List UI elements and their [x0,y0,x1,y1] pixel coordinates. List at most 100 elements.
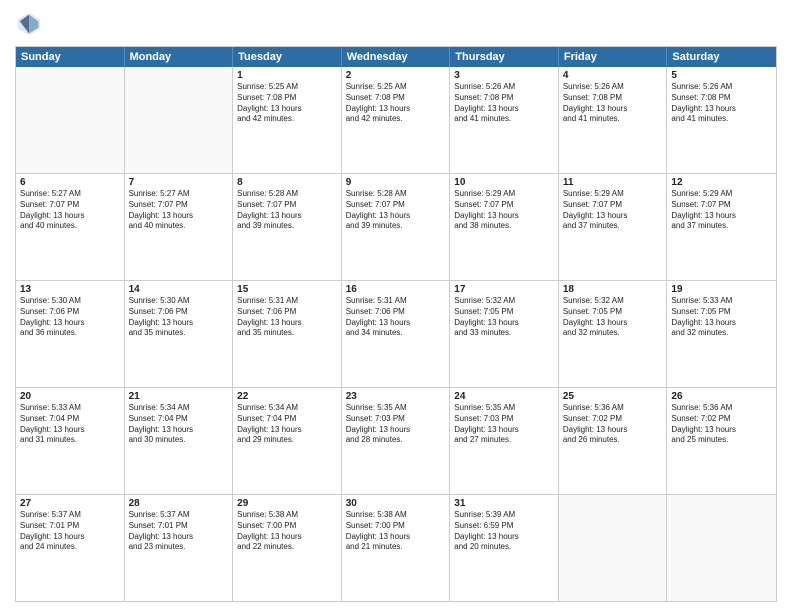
weekday-header: Sunday [16,47,125,67]
day-number: 5 [671,70,772,81]
cell-info: Sunrise: 5:28 AM Sunset: 7:07 PM Dayligh… [237,189,337,232]
cell-info: Sunrise: 5:31 AM Sunset: 7:06 PM Dayligh… [237,296,337,339]
calendar-cell [667,495,776,601]
day-number: 31 [454,498,554,509]
day-number: 4 [563,70,663,81]
day-number: 2 [346,70,446,81]
day-number: 13 [20,284,120,295]
calendar-cell: 23Sunrise: 5:35 AM Sunset: 7:03 PM Dayli… [342,388,451,494]
cell-info: Sunrise: 5:25 AM Sunset: 7:08 PM Dayligh… [346,82,446,125]
calendar-cell: 28Sunrise: 5:37 AM Sunset: 7:01 PM Dayli… [125,495,234,601]
calendar-cell: 4Sunrise: 5:26 AM Sunset: 7:08 PM Daylig… [559,67,668,173]
cell-info: Sunrise: 5:26 AM Sunset: 7:08 PM Dayligh… [563,82,663,125]
header [15,10,777,38]
cell-info: Sunrise: 5:39 AM Sunset: 6:59 PM Dayligh… [454,510,554,553]
calendar-cell: 27Sunrise: 5:37 AM Sunset: 7:01 PM Dayli… [16,495,125,601]
day-number: 30 [346,498,446,509]
day-number: 12 [671,177,772,188]
cell-info: Sunrise: 5:30 AM Sunset: 7:06 PM Dayligh… [129,296,229,339]
day-number: 14 [129,284,229,295]
day-number: 24 [454,391,554,402]
weekday-header: Saturday [667,47,776,67]
cell-info: Sunrise: 5:33 AM Sunset: 7:04 PM Dayligh… [20,403,120,446]
calendar-cell: 9Sunrise: 5:28 AM Sunset: 7:07 PM Daylig… [342,174,451,280]
cell-info: Sunrise: 5:31 AM Sunset: 7:06 PM Dayligh… [346,296,446,339]
calendar-cell [559,495,668,601]
day-number: 22 [237,391,337,402]
cell-info: Sunrise: 5:36 AM Sunset: 7:02 PM Dayligh… [671,403,772,446]
calendar-cell: 20Sunrise: 5:33 AM Sunset: 7:04 PM Dayli… [16,388,125,494]
calendar-cell [125,67,234,173]
day-number: 17 [454,284,554,295]
day-number: 11 [563,177,663,188]
page: SundayMondayTuesdayWednesdayThursdayFrid… [0,0,792,612]
cell-info: Sunrise: 5:29 AM Sunset: 7:07 PM Dayligh… [671,189,772,232]
cell-info: Sunrise: 5:32 AM Sunset: 7:05 PM Dayligh… [563,296,663,339]
cell-info: Sunrise: 5:33 AM Sunset: 7:05 PM Dayligh… [671,296,772,339]
cell-info: Sunrise: 5:29 AM Sunset: 7:07 PM Dayligh… [454,189,554,232]
cell-info: Sunrise: 5:27 AM Sunset: 7:07 PM Dayligh… [129,189,229,232]
day-number: 10 [454,177,554,188]
cell-info: Sunrise: 5:27 AM Sunset: 7:07 PM Dayligh… [20,189,120,232]
calendar-cell: 8Sunrise: 5:28 AM Sunset: 7:07 PM Daylig… [233,174,342,280]
calendar: SundayMondayTuesdayWednesdayThursdayFrid… [15,46,777,602]
cell-info: Sunrise: 5:34 AM Sunset: 7:04 PM Dayligh… [237,403,337,446]
calendar-cell: 17Sunrise: 5:32 AM Sunset: 7:05 PM Dayli… [450,281,559,387]
calendar-cell: 15Sunrise: 5:31 AM Sunset: 7:06 PM Dayli… [233,281,342,387]
cell-info: Sunrise: 5:34 AM Sunset: 7:04 PM Dayligh… [129,403,229,446]
cell-info: Sunrise: 5:28 AM Sunset: 7:07 PM Dayligh… [346,189,446,232]
day-number: 9 [346,177,446,188]
cell-info: Sunrise: 5:25 AM Sunset: 7:08 PM Dayligh… [237,82,337,125]
cell-info: Sunrise: 5:32 AM Sunset: 7:05 PM Dayligh… [454,296,554,339]
calendar-cell: 13Sunrise: 5:30 AM Sunset: 7:06 PM Dayli… [16,281,125,387]
day-number: 29 [237,498,337,509]
calendar-cell: 2Sunrise: 5:25 AM Sunset: 7:08 PM Daylig… [342,67,451,173]
calendar-cell: 21Sunrise: 5:34 AM Sunset: 7:04 PM Dayli… [125,388,234,494]
calendar-cell: 24Sunrise: 5:35 AM Sunset: 7:03 PM Dayli… [450,388,559,494]
day-number: 18 [563,284,663,295]
day-number: 26 [671,391,772,402]
calendar-cell: 22Sunrise: 5:34 AM Sunset: 7:04 PM Dayli… [233,388,342,494]
cell-info: Sunrise: 5:37 AM Sunset: 7:01 PM Dayligh… [129,510,229,553]
day-number: 19 [671,284,772,295]
cell-info: Sunrise: 5:37 AM Sunset: 7:01 PM Dayligh… [20,510,120,553]
weekday-header: Monday [125,47,234,67]
cell-info: Sunrise: 5:38 AM Sunset: 7:00 PM Dayligh… [346,510,446,553]
cell-info: Sunrise: 5:26 AM Sunset: 7:08 PM Dayligh… [454,82,554,125]
logo-icon [15,10,43,38]
day-number: 15 [237,284,337,295]
calendar-row: 1Sunrise: 5:25 AM Sunset: 7:08 PM Daylig… [16,67,776,173]
calendar-cell: 7Sunrise: 5:27 AM Sunset: 7:07 PM Daylig… [125,174,234,280]
calendar-cell: 3Sunrise: 5:26 AM Sunset: 7:08 PM Daylig… [450,67,559,173]
day-number: 23 [346,391,446,402]
calendar-cell [16,67,125,173]
logo [15,10,47,38]
weekday-header: Tuesday [233,47,342,67]
calendar-cell: 11Sunrise: 5:29 AM Sunset: 7:07 PM Dayli… [559,174,668,280]
calendar-cell: 16Sunrise: 5:31 AM Sunset: 7:06 PM Dayli… [342,281,451,387]
day-number: 1 [237,70,337,81]
calendar-body: 1Sunrise: 5:25 AM Sunset: 7:08 PM Daylig… [16,67,776,601]
cell-info: Sunrise: 5:26 AM Sunset: 7:08 PM Dayligh… [671,82,772,125]
calendar-cell: 29Sunrise: 5:38 AM Sunset: 7:00 PM Dayli… [233,495,342,601]
calendar-row: 13Sunrise: 5:30 AM Sunset: 7:06 PM Dayli… [16,280,776,387]
calendar-cell: 30Sunrise: 5:38 AM Sunset: 7:00 PM Dayli… [342,495,451,601]
cell-info: Sunrise: 5:36 AM Sunset: 7:02 PM Dayligh… [563,403,663,446]
calendar-cell: 19Sunrise: 5:33 AM Sunset: 7:05 PM Dayli… [667,281,776,387]
calendar-row: 6Sunrise: 5:27 AM Sunset: 7:07 PM Daylig… [16,173,776,280]
cell-info: Sunrise: 5:38 AM Sunset: 7:00 PM Dayligh… [237,510,337,553]
calendar-cell: 31Sunrise: 5:39 AM Sunset: 6:59 PM Dayli… [450,495,559,601]
cell-info: Sunrise: 5:35 AM Sunset: 7:03 PM Dayligh… [454,403,554,446]
weekday-header: Thursday [450,47,559,67]
calendar-cell: 18Sunrise: 5:32 AM Sunset: 7:05 PM Dayli… [559,281,668,387]
day-number: 8 [237,177,337,188]
cell-info: Sunrise: 5:30 AM Sunset: 7:06 PM Dayligh… [20,296,120,339]
calendar-row: 27Sunrise: 5:37 AM Sunset: 7:01 PM Dayli… [16,494,776,601]
calendar-cell: 10Sunrise: 5:29 AM Sunset: 7:07 PM Dayli… [450,174,559,280]
day-number: 28 [129,498,229,509]
calendar-cell: 26Sunrise: 5:36 AM Sunset: 7:02 PM Dayli… [667,388,776,494]
cell-info: Sunrise: 5:29 AM Sunset: 7:07 PM Dayligh… [563,189,663,232]
calendar-cell: 14Sunrise: 5:30 AM Sunset: 7:06 PM Dayli… [125,281,234,387]
calendar-row: 20Sunrise: 5:33 AM Sunset: 7:04 PM Dayli… [16,387,776,494]
weekday-header: Friday [559,47,668,67]
